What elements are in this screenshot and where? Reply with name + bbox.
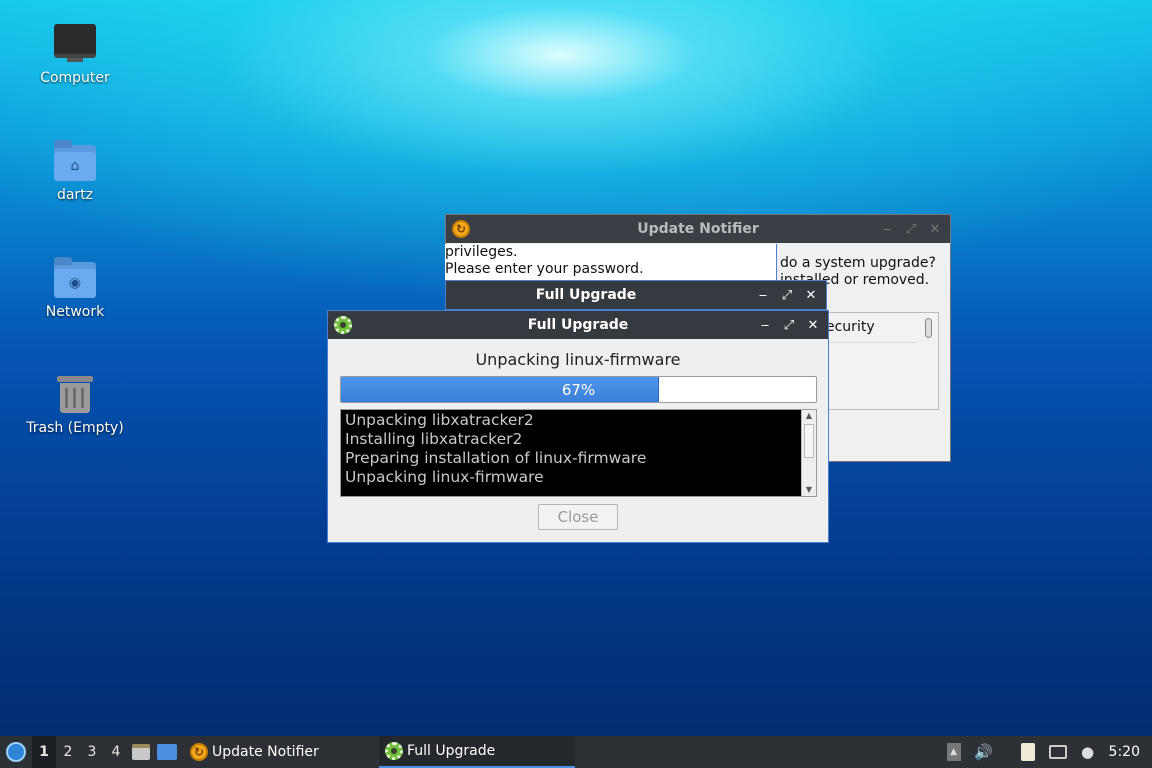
auth-text: Please enter your password. [445,261,644,277]
full-upgrade-window-back: Full Upgrade ‒ ⤢ ✕ [445,280,827,310]
upgrade-status: Unpacking linux-firmware [475,350,681,369]
close-button[interactable]: ✕ [806,318,820,333]
upgrade-progress-bar: 67% [340,376,817,403]
workspace-3[interactable]: 3 [80,736,104,768]
log-line: Installing libxatracker2 [345,430,523,448]
list-scrollbar[interactable] [925,318,932,338]
volume-icon[interactable]: 🔊 [969,736,999,768]
show-desktop-button[interactable] [154,736,180,768]
window-title: Full Upgrade [535,287,637,303]
desktop-icon-label: Trash (Empty) [26,420,124,436]
up-arrow-icon: ▲ [946,743,961,761]
taskbar-item-full-upgrade[interactable]: Full Upgrade [379,736,575,768]
close-button[interactable]: ✕ [928,222,942,237]
network-folder-icon: ◉ [54,257,96,298]
desktop-icon-label: dartz [56,187,94,203]
minimize-button[interactable]: ‒ [756,288,770,303]
update-icon: ↻ [452,220,470,238]
question-line: do a system upgrade? [780,255,936,271]
full-upgrade-back-titlebar[interactable]: Full Upgrade ‒ ⤢ ✕ [446,281,826,309]
scroll-thumb[interactable] [804,424,814,458]
auth-text: privileges. [445,244,518,260]
scroll-down-arrow-icon[interactable]: ▼ [802,484,816,496]
update-notifier-titlebar[interactable]: ↻ Update Notifier ‒ ⤢ ✕ [446,215,950,243]
log-line: Preparing installation of linux-firmware [345,449,647,467]
tray-expand-button[interactable]: ▲ [939,736,969,768]
desktop-icon-label: Network [45,304,105,320]
minimize-button[interactable]: ‒ [758,318,772,333]
progress-label: 67% [561,381,596,399]
update-icon: ↻ [190,743,208,761]
clock[interactable]: 5:20 [1103,744,1152,760]
log-scrollbar[interactable]: ▲ ▼ [801,410,816,496]
network-icon[interactable] [1043,736,1073,768]
desktop-icon-computer[interactable]: Computer [15,24,135,86]
workspace-1[interactable]: 1 [32,736,56,768]
full-upgrade-window: Full Upgrade ‒ ⤢ ✕ Unpacking linux-firmw… [327,310,829,543]
taskbar-item-label: Update Notifier [212,744,319,760]
upgrade-log[interactable]: Unpacking libxatracker2 Installing libxat… [340,409,817,497]
desktop-icon-trash[interactable]: Trash (Empty) [15,374,135,436]
home-folder-icon: ⌂ [54,140,96,181]
window-title: Update Notifier [637,221,759,237]
log-line: Unpacking linux-firmware [345,468,544,486]
close-button[interactable]: ✕ [804,288,818,303]
maximize-button[interactable]: ⤢ [782,318,796,333]
file-manager-launcher[interactable] [128,736,154,768]
log-line: Unpacking libxatracker2 [345,411,534,429]
distro-logo-icon [6,742,26,762]
workspace-4[interactable]: 4 [104,736,128,768]
notification-icon[interactable]: ● [1073,736,1103,768]
full-upgrade-titlebar[interactable]: Full Upgrade ‒ ⤢ ✕ [328,311,828,339]
desktop-icon [157,744,177,760]
trash-icon [57,374,93,414]
gear-icon [385,742,403,760]
file-manager-icon [132,744,150,760]
desktop-icon-network[interactable]: ◉ Network [15,257,135,320]
maximize-button[interactable]: ⤢ [780,288,794,303]
window-title: Full Upgrade [527,317,629,333]
desktop-icon-label: Computer [40,70,110,86]
gear-icon [334,316,352,334]
minimize-button[interactable]: ‒ [880,222,894,237]
taskbar-item-update-notifier[interactable]: ↻ Update Notifier [184,736,379,768]
scroll-up-arrow-icon[interactable]: ▲ [802,410,816,422]
clipboard-icon[interactable] [1013,736,1043,768]
maximize-button[interactable]: ⤢ [904,222,918,237]
close-button[interactable]: Close [538,504,618,530]
computer-icon [54,24,96,62]
system-tray: ▲ 🔊 ● 5:20 [939,736,1152,768]
taskbar: 1 2 3 4 ↻ Update Notifier Full Upgrade ▲… [0,736,1152,768]
workspace-2[interactable]: 2 [56,736,80,768]
taskbar-item-label: Full Upgrade [407,743,496,759]
auth-dialog: privileges. Please enter your password. [445,244,777,280]
start-menu-button[interactable] [0,736,32,768]
desktop-icon-home[interactable]: ⌂ dartz [15,140,135,203]
